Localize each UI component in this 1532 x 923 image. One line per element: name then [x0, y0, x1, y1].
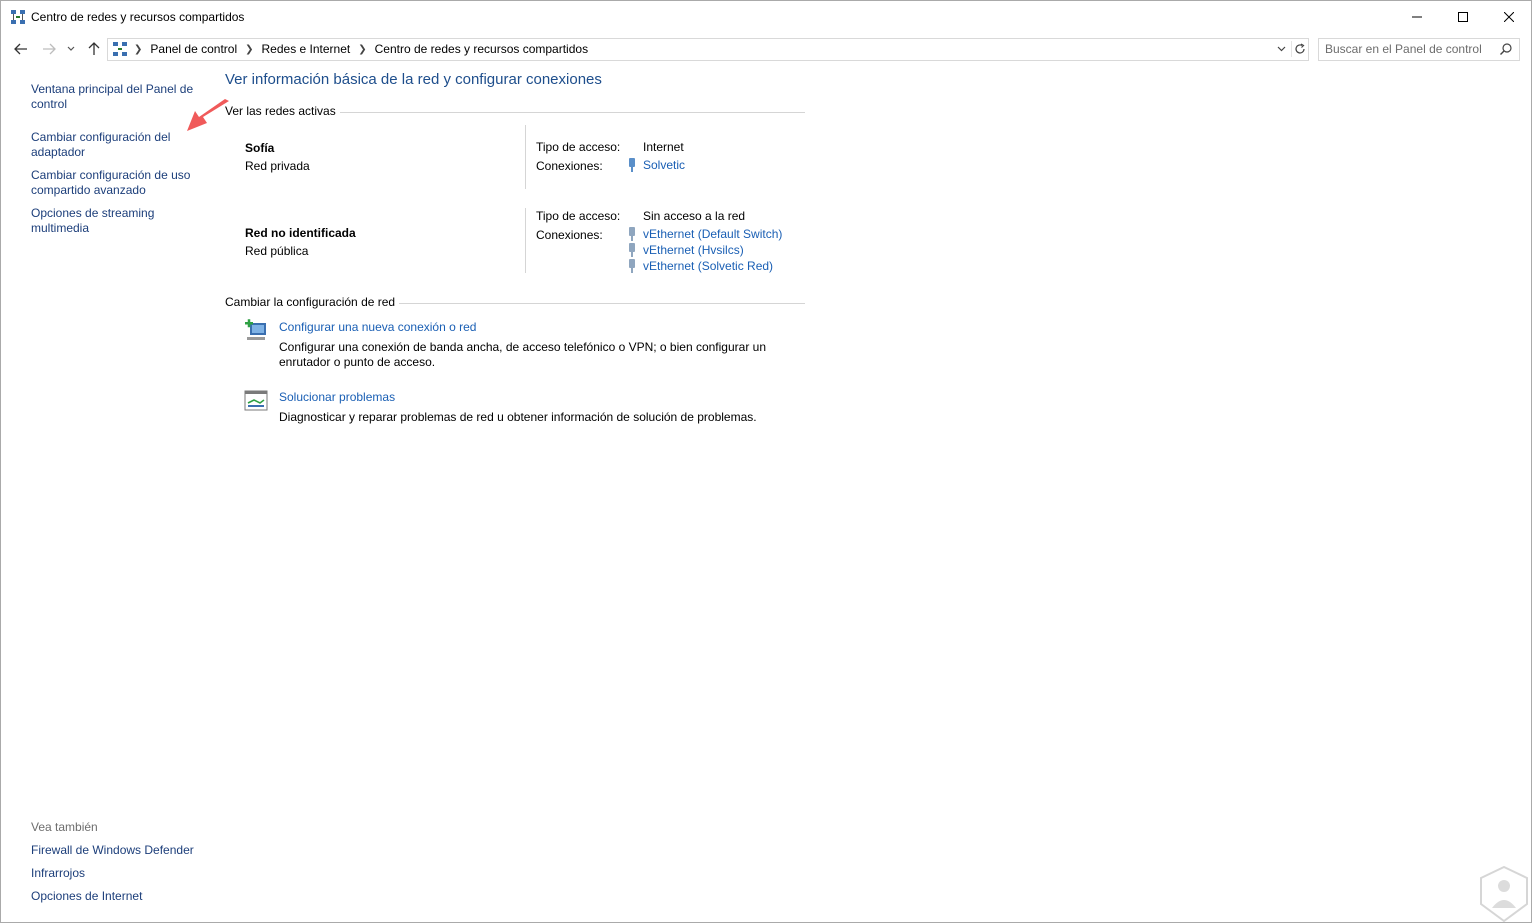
connection-item[interactable]: vEthernet (Default Switch): [627, 227, 782, 241]
navigation-bar: ❯ Panel de control ❯ Redes e Internet ❯ …: [1, 37, 1531, 61]
refresh-icon: [1295, 43, 1305, 54]
forward-button[interactable]: [39, 39, 59, 59]
network-divider: [525, 125, 526, 189]
ethernet-icon: [629, 243, 635, 257]
ethernet-icon: [629, 158, 635, 172]
see-also-firewall[interactable]: Firewall de Windows Defender: [31, 843, 211, 858]
see-also-internet-options[interactable]: Opciones de Internet: [31, 889, 211, 904]
see-also-heading: Vea también: [31, 820, 98, 834]
access-type-value: Sin acceso a la red: [643, 209, 746, 223]
close-icon: [1504, 11, 1514, 22]
connection-link-default-switch[interactable]: vEthernet (Default Switch): [643, 227, 782, 241]
see-also-infrared[interactable]: Infrarrojos: [31, 866, 211, 881]
left-link-media-streaming-options[interactable]: Opciones de streaming multimedia: [31, 206, 211, 236]
left-link-advanced-sharing-settings[interactable]: Cambiar configuración de uso compartido …: [31, 168, 211, 198]
new-connection-icon: [245, 319, 266, 340]
ethernet-icon: [629, 227, 635, 241]
up-button[interactable]: [84, 39, 104, 59]
page-title: Ver información básica de la red y confi…: [225, 71, 602, 88]
breadcrumb-panel-de-control[interactable]: Panel de control: [150, 42, 237, 56]
access-type-label: Tipo de acceso:: [536, 140, 621, 154]
setup-new-connection-link[interactable]: Configurar una nueva conexión o red: [279, 320, 476, 334]
connection-link-solvetic[interactable]: Solvetic: [643, 158, 685, 172]
troubleshoot-icon: [244, 390, 268, 411]
network-type: Red privada: [245, 159, 310, 173]
close-button[interactable]: [1486, 1, 1532, 32]
chevron-down-icon: [1277, 46, 1285, 52]
chevron-down-icon: [67, 46, 75, 51]
network-divider: [525, 208, 526, 273]
breadcrumb-redes-e-internet[interactable]: Redes e Internet: [262, 42, 351, 56]
arrow-right-icon: [43, 43, 56, 55]
network-name: Red no identificada: [245, 226, 356, 240]
access-type-label: Tipo de acceso:: [536, 209, 621, 223]
window-title: Centro de redes y recursos compartidos: [31, 10, 245, 24]
minimize-button[interactable]: [1394, 1, 1440, 32]
chevron-right-icon[interactable]: ❯: [134, 44, 142, 55]
breadcrumb: ❯ Panel de control ❯ Redes e Internet ❯ …: [134, 42, 588, 56]
chevron-right-icon[interactable]: ❯: [245, 44, 253, 55]
search-input[interactable]: [1325, 41, 1495, 57]
breadcrumb-centro-de-redes[interactable]: Centro de redes y recursos compartidos: [375, 42, 588, 56]
change-settings-heading: Cambiar la configuración de red: [225, 295, 400, 309]
recent-locations-button[interactable]: [64, 39, 78, 59]
active-networks-heading: Ver las redes activas: [225, 104, 340, 118]
search-icon[interactable]: [1499, 42, 1513, 56]
watermark-logo-icon: [1480, 866, 1528, 922]
window: Centro de redes y recursos compartidos ❯…: [0, 0, 1532, 923]
setup-new-connection-description: Configurar una conexión de banda ancha, …: [279, 340, 766, 369]
refresh-button[interactable]: [1291, 41, 1308, 57]
connection-link-hvsilcs[interactable]: vEthernet (Hvsilcs): [643, 243, 744, 257]
connection-link-solvetic-red[interactable]: vEthernet (Solvetic Red): [643, 259, 773, 273]
connections-label: Conexiones:: [536, 228, 603, 242]
connection-item[interactable]: vEthernet (Solvetic Red): [627, 259, 773, 273]
arrow-up-icon: [88, 42, 100, 55]
network-center-icon: [11, 10, 25, 24]
network-name: Sofía: [245, 141, 275, 155]
connection-item[interactable]: vEthernet (Hvsilcs): [627, 243, 744, 257]
title-bar[interactable]: Centro de redes y recursos compartidos: [1, 1, 1531, 32]
network-type: Red pública: [245, 244, 309, 258]
maximize-icon: [1458, 11, 1468, 22]
network-center-icon: [113, 42, 127, 56]
troubleshoot-description: Diagnosticar y reparar problemas de red …: [279, 410, 757, 424]
search-box[interactable]: [1318, 38, 1520, 61]
connection-item[interactable]: Solvetic: [627, 158, 685, 172]
address-bar[interactable]: ❯ Panel de control ❯ Redes e Internet ❯ …: [107, 38, 1309, 61]
connections-label: Conexiones:: [536, 159, 603, 173]
maximize-button[interactable]: [1440, 1, 1486, 32]
back-button[interactable]: [11, 39, 31, 59]
arrow-left-icon: [14, 43, 27, 55]
address-history-button[interactable]: [1273, 41, 1289, 57]
minimize-icon: [1412, 16, 1422, 17]
troubleshoot-link[interactable]: Solucionar problemas: [279, 390, 395, 404]
chevron-right-icon[interactable]: ❯: [358, 44, 366, 55]
ethernet-icon: [629, 259, 635, 273]
access-type-value: Internet: [643, 140, 684, 154]
